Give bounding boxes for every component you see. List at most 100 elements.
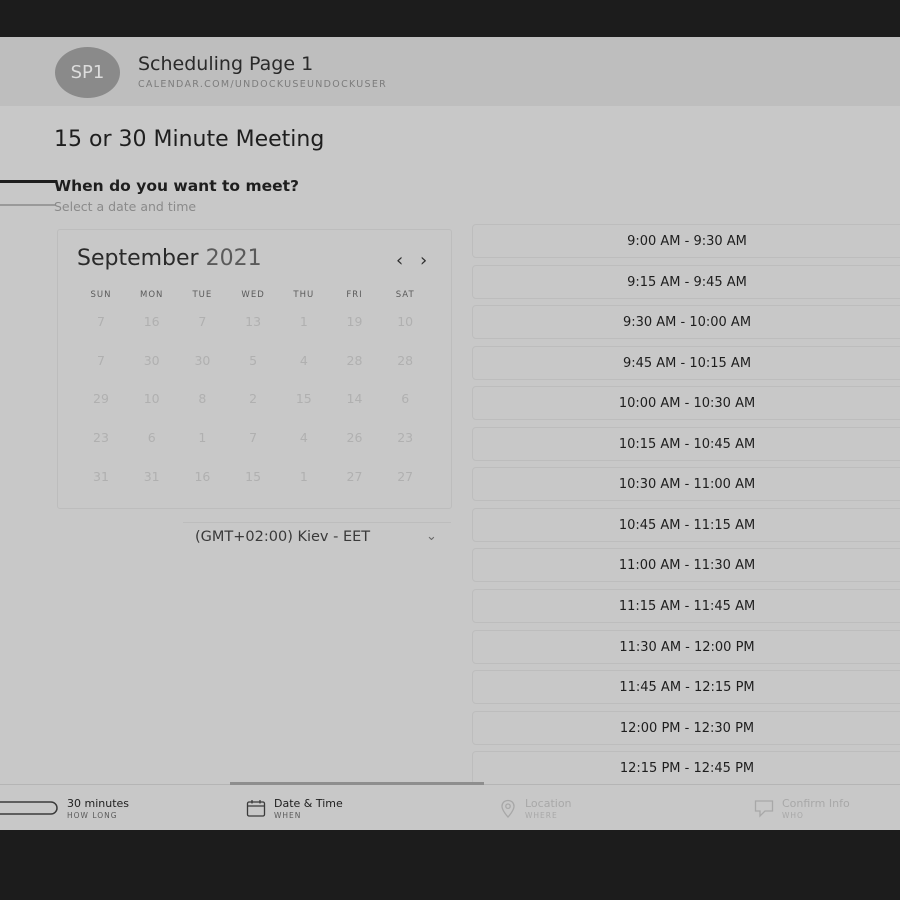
calendar-day: 16 bbox=[143, 314, 160, 329]
weekday-header: WED bbox=[241, 290, 265, 300]
step-date-time-subtitle: WHEN bbox=[274, 811, 302, 820]
time-slot-button[interactable]: 10:00 AM - 10:30 AM bbox=[472, 386, 900, 421]
calendar-day: 1 bbox=[299, 468, 308, 484]
weekday-header: FRI bbox=[346, 290, 363, 300]
time-slot-button[interactable]: 11:30 AM - 12:00 PM bbox=[472, 629, 900, 664]
calendar-day: 7 bbox=[97, 352, 105, 368]
chevron-right-icon[interactable]: › bbox=[420, 250, 427, 271]
progress-indicator-left bbox=[0, 180, 56, 183]
scheduling-app: SP1 Scheduling Page 1 CALENDAR.COM/UNDOC… bbox=[0, 37, 900, 830]
calendar-day: 30 bbox=[194, 352, 211, 368]
time-slot-label: 10:45 AM - 11:15 AM bbox=[618, 517, 756, 533]
weekday-header: THU bbox=[293, 290, 315, 300]
duration-icon bbox=[0, 801, 58, 815]
weekday-header: TUE bbox=[192, 290, 213, 300]
step-duration-subtitle: HOW LONG bbox=[67, 811, 118, 820]
calendar-day: 30 bbox=[143, 352, 160, 368]
step-duration[interactable]: 30 minutes HOW LONG bbox=[0, 785, 230, 830]
time-slot-button[interactable]: 10:15 AM - 10:45 AM bbox=[472, 426, 900, 461]
weekday-header: MON bbox=[139, 290, 164, 300]
weekday-header: SAT bbox=[395, 290, 415, 300]
time-slot-button[interactable]: 9:15 AM - 9:45 AM bbox=[472, 264, 900, 299]
calendar-day: 26 bbox=[346, 430, 363, 446]
step-date-time[interactable]: Date & Time WHEN bbox=[230, 785, 484, 830]
calendar-day: 31 bbox=[93, 468, 109, 484]
calendar-day: 14 bbox=[346, 391, 363, 407]
calendar-day: 2 bbox=[249, 391, 258, 407]
date-picker: September 2021 ‹ › SUN MON TUE WED THU FRI SAT… bbox=[57, 229, 452, 509]
weekday-header: SUN bbox=[90, 290, 112, 300]
time-slot-button[interactable]: 9:30 AM - 10:00 AM bbox=[472, 305, 900, 340]
calendar-day: 8 bbox=[198, 391, 207, 407]
time-slot-button[interactable]: 10:30 AM - 11:00 AM bbox=[472, 467, 900, 502]
calendar-day: 6 bbox=[401, 391, 410, 407]
time-slot-label: 9:15 AM - 9:45 AM bbox=[627, 274, 747, 290]
step-location[interactable]: Location WHERE bbox=[484, 785, 720, 830]
time-slot-label: 11:45 AM - 12:15 PM bbox=[619, 680, 755, 696]
step-duration-title: 30 minutes bbox=[67, 797, 130, 810]
chevron-down-icon: ⌄ bbox=[426, 529, 437, 544]
calendar-day: 1 bbox=[299, 314, 308, 329]
page-header: SP1 Scheduling Page 1 CALENDAR.COM/UNDOC… bbox=[0, 37, 900, 106]
calendar-day: 27 bbox=[397, 468, 414, 484]
time-slot-label: 12:15 PM - 12:45 PM bbox=[619, 761, 755, 777]
calendar-icon bbox=[246, 800, 266, 817]
calendar-day: 28 bbox=[397, 352, 414, 368]
time-slot-label: 11:00 AM - 11:30 AM bbox=[618, 558, 756, 574]
progress-indicator-left-secondary bbox=[0, 204, 56, 206]
step-location-title: Location bbox=[525, 797, 572, 810]
time-slot-button[interactable]: 11:00 AM - 11:30 AM bbox=[472, 548, 900, 583]
calendar-day: 13 bbox=[245, 314, 262, 329]
chat-icon bbox=[754, 800, 774, 818]
screen: SP1 Scheduling Page 1 CALENDAR.COM/UNDOC… bbox=[0, 0, 900, 900]
calendar-month-label: September 2021 bbox=[77, 246, 262, 271]
step-navigation: 30 minutes HOW LONG Date & Time WHEN Loc… bbox=[0, 782, 900, 830]
calendar-day: 29 bbox=[93, 391, 109, 407]
prompt-subtitle: Select a date and time bbox=[54, 199, 197, 214]
calendar-day: 5 bbox=[249, 352, 258, 368]
step-confirm-info-title: Confirm Info bbox=[782, 797, 850, 810]
time-slot-label: 9:30 AM - 10:00 AM bbox=[622, 315, 752, 331]
meeting-title: 15 or 30 Minute Meeting bbox=[54, 127, 325, 152]
timezone-select[interactable]: (GMT+02:00) Kiev - EET ⌄ bbox=[183, 522, 451, 550]
time-slot-label: 9:45 AM - 10:15 AM bbox=[622, 355, 752, 371]
time-slot-label: 12:00 PM - 12:30 PM bbox=[619, 720, 755, 736]
step-confirm-info[interactable]: Confirm Info WHO bbox=[720, 785, 900, 830]
time-slot-label: 11:30 AM - 12:00 PM bbox=[619, 639, 755, 655]
step-location-subtitle: WHERE bbox=[525, 811, 558, 820]
avatar: SP1 bbox=[55, 47, 120, 98]
time-slot-button[interactable]: 9:45 AM - 10:15 AM bbox=[472, 345, 900, 380]
calendar-day: 19 bbox=[346, 314, 363, 329]
timezone-label: (GMT+02:00) Kiev - EET bbox=[195, 529, 371, 545]
calendar-day: 4 bbox=[299, 352, 308, 368]
prompt-title: When do you want to meet? bbox=[54, 177, 300, 195]
calendar-day: 7 bbox=[97, 314, 105, 329]
calendar-day: 7 bbox=[249, 430, 258, 446]
time-slot-button[interactable]: 9:00 AM - 9:30 AM bbox=[472, 224, 900, 258]
time-slot-label: 10:00 AM - 10:30 AM bbox=[618, 396, 756, 412]
calendar-day: 15 bbox=[295, 391, 312, 407]
step-date-time-title: Date & Time bbox=[274, 797, 343, 810]
calendar-day: 27 bbox=[346, 468, 363, 484]
calendar-month: September bbox=[77, 246, 199, 271]
time-slot-button[interactable]: 12:00 PM - 12:30 PM bbox=[472, 710, 900, 745]
chevron-left-icon[interactable]: ‹ bbox=[396, 250, 403, 271]
time-slot-button[interactable]: 10:45 AM - 11:15 AM bbox=[472, 507, 900, 542]
calendar-day: 10 bbox=[397, 314, 414, 329]
time-slot-button[interactable]: 11:45 AM - 12:15 PM bbox=[472, 670, 900, 705]
calendar-day: 10 bbox=[143, 391, 160, 407]
time-slot-button[interactable]: 12:15 PM - 12:45 PM bbox=[472, 751, 900, 786]
time-slot-button[interactable]: 11:15 AM - 11:45 AM bbox=[472, 588, 900, 623]
time-slot-label: 9:00 AM - 9:30 AM bbox=[627, 234, 747, 249]
calendar-day: 31 bbox=[143, 468, 160, 484]
time-slot-label: 10:15 AM - 10:45 AM bbox=[618, 436, 756, 452]
calendar-day: 7 bbox=[198, 314, 207, 329]
calendar-day: 1 bbox=[198, 430, 207, 446]
time-slot-label: 11:15 AM - 11:45 AM bbox=[618, 598, 756, 614]
calendar-day: 16 bbox=[194, 468, 211, 484]
calendar-day: 4 bbox=[299, 430, 308, 446]
calendar-day: 6 bbox=[147, 430, 156, 446]
location-pin-icon bbox=[501, 799, 515, 818]
calendar-day: 28 bbox=[346, 352, 363, 368]
scheduling-page-url[interactable]: CALENDAR.COM/UNDOCKUSEUNDOCKUSER bbox=[138, 79, 387, 90]
